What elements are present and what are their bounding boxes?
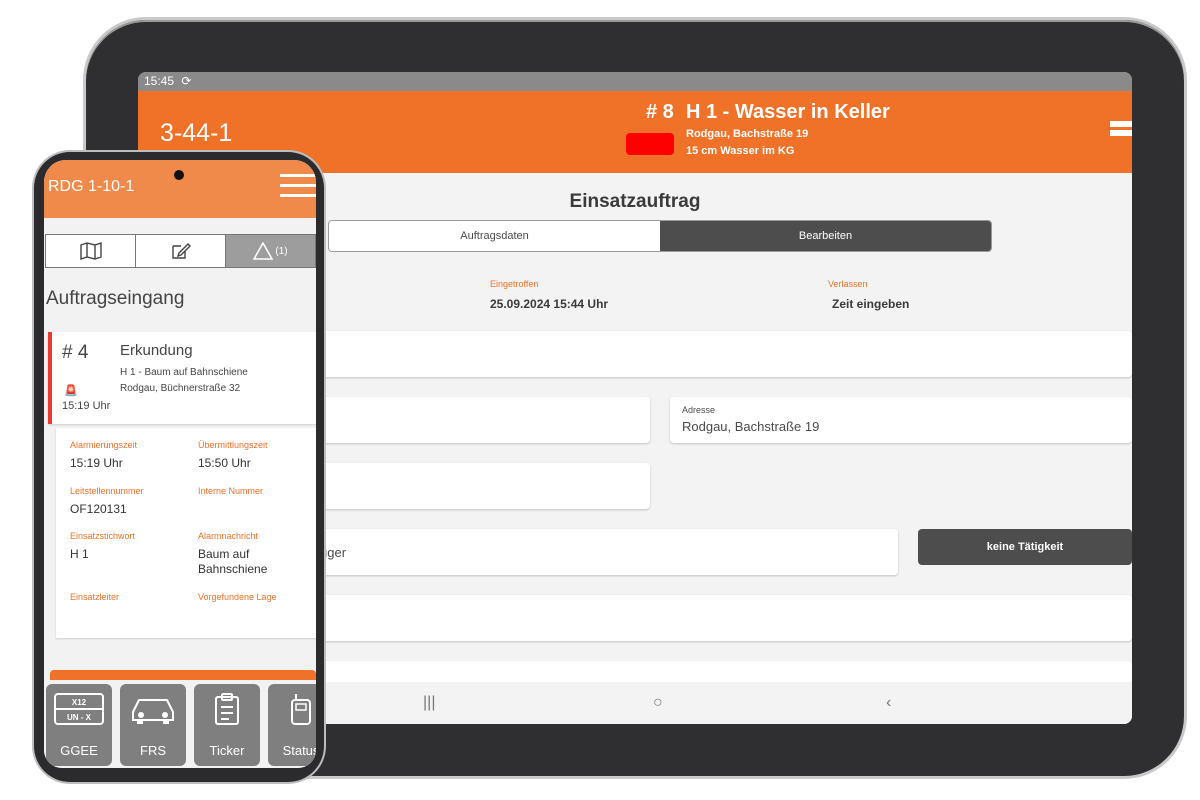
- status-bar: 15:45 ⟳: [138, 72, 1132, 91]
- stage: 15:45 ⟳ 3-44-1 # 8 H 1 - Wasser in Kelle…: [0, 0, 1200, 800]
- menu-icon[interactable]: [1110, 121, 1132, 143]
- siren-icon: 🚨: [64, 385, 78, 397]
- detail-label: Einsatzstichwort: [70, 531, 136, 541]
- hamburger-menu-icon[interactable]: [280, 174, 316, 200]
- phone-tab-bar: (1): [45, 234, 316, 268]
- left-value[interactable]: Zeit eingeben: [832, 297, 909, 311]
- home-icon[interactable]: ○: [653, 694, 663, 712]
- status-time: 15:45: [144, 74, 175, 88]
- detail-label: Alarmierungszeit: [70, 440, 138, 450]
- detail-label: Leitstellennummer: [70, 486, 144, 496]
- car-icon: [120, 692, 186, 731]
- vehicle-field[interactable]: uger: [318, 529, 898, 575]
- tab-bearbeiten[interactable]: Bearbeiten: [660, 221, 991, 251]
- ticker-label: Ticker: [209, 743, 245, 758]
- card-line1: H 1 - Baum auf Bahnschiene: [120, 367, 248, 378]
- back-icon[interactable]: ‹: [886, 694, 891, 712]
- detail-value: 15:50 Uhr: [198, 456, 251, 470]
- warning-count: (1): [275, 245, 288, 257]
- map-icon: [79, 242, 102, 260]
- plate-bottom-text: UN - X: [67, 713, 92, 722]
- card-number: # 4: [62, 342, 89, 363]
- tab-edit[interactable]: [136, 235, 226, 267]
- detail-value: 15:19 Uhr: [70, 456, 123, 470]
- status-label: Status: [282, 743, 316, 758]
- frs-button[interactable]: FRS: [120, 684, 186, 766]
- mission-details: Alarmierungszeit 15:19 Uhr Übermittlungs…: [56, 428, 316, 638]
- tab-warning[interactable]: (1): [226, 235, 316, 267]
- warning-icon: [253, 242, 274, 260]
- phone-unit-label: RDG 1-10-1: [48, 178, 135, 195]
- input-card-5[interactable]: [318, 595, 1132, 641]
- detail-label: Interne Nummer: [198, 486, 264, 496]
- recent-apps-icon[interactable]: |||: [423, 694, 435, 712]
- detail-label: Vorgefundene Lage: [198, 592, 277, 602]
- plate-top-text: X12: [72, 698, 87, 707]
- address-field[interactable]: Adresse Rodgau, Bachstraße 19: [670, 397, 1132, 443]
- orange-strip: [50, 670, 316, 680]
- arrived-label: Eingetroffen: [490, 279, 539, 289]
- tab-bar: Auftragsdaten Bearbeiten: [328, 220, 992, 252]
- tab-map[interactable]: [46, 235, 136, 267]
- mission-number: # 8: [646, 101, 674, 123]
- camera-icon: [174, 170, 184, 180]
- ggee-label: GGEE: [60, 743, 98, 758]
- status-button[interactable]: Status: [268, 684, 316, 766]
- phone-screen: RDG 1-10-1 (1) Auftragseingang # 4 Erkun…: [44, 160, 316, 768]
- mission-address: Rodgau, Bachstraße 19: [686, 128, 809, 140]
- mission-title: H 1 - Wasser in Keller: [686, 101, 890, 123]
- input-card-2[interactable]: [318, 397, 650, 443]
- ggee-button[interactable]: X12 UN - X GGEE: [46, 684, 112, 766]
- ticker-button[interactable]: Ticker: [194, 684, 260, 766]
- input-card-3[interactable]: [318, 463, 650, 509]
- sync-icon: ⟳: [181, 74, 192, 88]
- tab-auftragsdaten[interactable]: Auftragsdaten: [329, 221, 660, 251]
- card-title: Erkundung: [120, 342, 193, 359]
- card-time: 15:19 Uhr: [62, 400, 111, 412]
- detail-value: H 1: [70, 547, 89, 561]
- clipboard-icon: [194, 692, 260, 731]
- edit-icon: [171, 243, 191, 259]
- phone-header: RDG 1-10-1: [44, 160, 316, 218]
- detail-label: Übermittlungszeit: [198, 440, 268, 450]
- mission-detail: 15 cm Wasser im KG: [686, 145, 795, 157]
- address-field-label: Adresse: [682, 405, 716, 415]
- address-field-value: Rodgau, Bachstraße 19: [682, 419, 820, 434]
- unit-label: 3-44-1: [160, 119, 233, 147]
- section-title: Auftragseingang: [46, 288, 185, 309]
- detail-value: OF120131: [70, 502, 127, 516]
- status-badge: [626, 133, 674, 155]
- detail-label: Alarmnachricht: [198, 531, 259, 541]
- mission-card[interactable]: # 4 Erkundung H 1 - Baum auf Bahnschiene…: [48, 332, 316, 424]
- frs-label: FRS: [140, 743, 166, 758]
- left-label: Verlassen: [828, 279, 868, 289]
- detail-value: Baum auf Bahnschiene: [198, 547, 268, 576]
- detail-label: Einsatzleiter: [70, 592, 120, 602]
- bottom-action-bar: X12 UN - X GGEE FRS Ticker Status: [44, 680, 316, 768]
- radio-icon: [268, 692, 316, 731]
- card-line2: Rodgau, Büchnerstraße 32: [120, 383, 241, 394]
- input-card-1[interactable]: [318, 331, 1132, 377]
- hazard-plate-icon: X12 UN - X: [46, 692, 112, 731]
- arrived-value[interactable]: 25.09.2024 15:44 Uhr: [490, 297, 608, 311]
- activity-button[interactable]: keine Tätigkeit: [918, 529, 1132, 565]
